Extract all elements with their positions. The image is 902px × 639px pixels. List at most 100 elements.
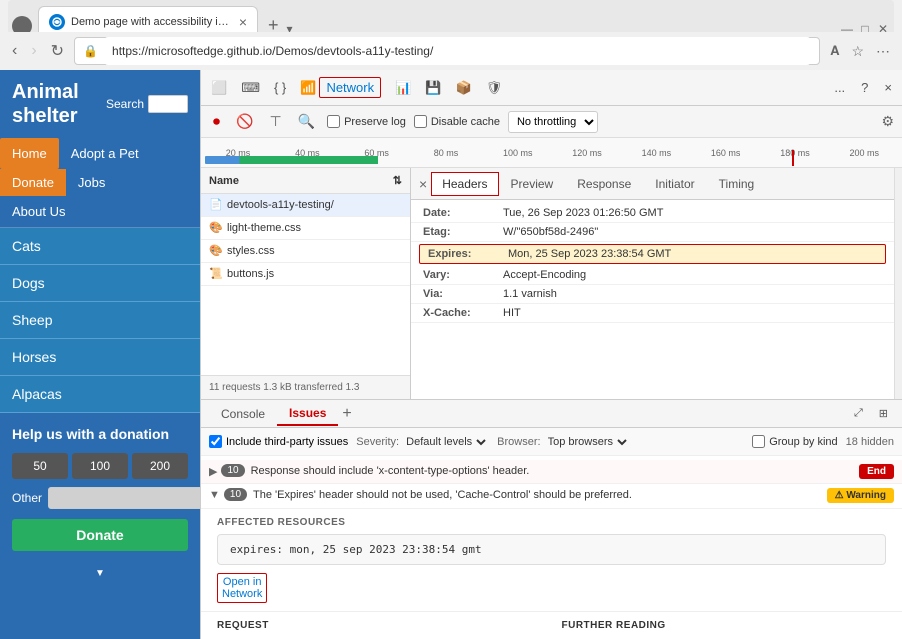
headers-tab[interactable]: Headers bbox=[431, 172, 498, 196]
response-tab[interactable]: Response bbox=[565, 171, 643, 197]
headers-panel: × Headers Preview Response Initiator Tim… bbox=[411, 168, 894, 399]
add-tab-button[interactable]: + bbox=[338, 405, 355, 423]
network-item-styles[interactable]: 🎨 styles.css bbox=[201, 240, 410, 263]
css-file-icon-2: 🎨 bbox=[209, 244, 223, 258]
issue-row-1: ▶ 10 Response should include 'x-content-… bbox=[201, 460, 902, 484]
donation-title: Help us with a donation bbox=[12, 425, 188, 443]
donation-200-button[interactable]: 200 bbox=[132, 453, 188, 479]
issues-toolbar: Include third-party issues Severity: Def… bbox=[201, 428, 902, 456]
dogs-list-item[interactable]: Dogs bbox=[0, 265, 200, 302]
header-expires-value: Mon, 25 Sep 2023 23:38:54 GMT bbox=[508, 248, 877, 260]
elements-tool-button[interactable]: ⬜ bbox=[205, 76, 233, 100]
forward-button[interactable]: › bbox=[27, 38, 40, 64]
preserve-log-text: Preserve log bbox=[344, 116, 406, 128]
headers-scrollbar[interactable] bbox=[894, 168, 902, 399]
initiator-tab[interactable]: Initiator bbox=[643, 171, 706, 197]
adopt-nav-button[interactable]: Adopt a Pet bbox=[59, 138, 151, 169]
title-bar: Demo page with accessibility iss... × + … bbox=[0, 0, 902, 32]
devtools-more-button[interactable]: ... bbox=[828, 76, 851, 99]
devtools-more: ... ? × bbox=[828, 76, 898, 99]
preserve-log-checkbox[interactable] bbox=[327, 115, 340, 128]
sources-tool-button[interactable]: { } bbox=[268, 76, 292, 99]
severity-select[interactable]: Default levels bbox=[402, 432, 489, 452]
browser-select[interactable]: Top browsers bbox=[544, 432, 630, 452]
issue-expander-1[interactable]: ▶ bbox=[209, 465, 217, 478]
sheep-list-item[interactable]: Sheep bbox=[0, 302, 200, 339]
preserve-log-label[interactable]: Preserve log bbox=[327, 115, 406, 128]
console-tool-button[interactable]: ⌨ bbox=[235, 76, 266, 100]
search-button[interactable]: 🔍 bbox=[294, 111, 319, 132]
network-item-name-4: buttons.js bbox=[227, 268, 402, 280]
cats-list-item[interactable]: Cats bbox=[0, 228, 200, 265]
request-section: REQUEST https://microsoftedge.github.io/… bbox=[217, 620, 542, 639]
donate-button[interactable]: Donate bbox=[12, 519, 188, 551]
issue-expander-2[interactable]: ▼ bbox=[209, 489, 220, 501]
refresh-button[interactable]: ↻ bbox=[47, 37, 68, 65]
browser-label: Browser: Top browsers bbox=[497, 432, 629, 452]
application-tool-button[interactable]: 📦 bbox=[450, 76, 478, 100]
devtools-help-button[interactable]: ? bbox=[855, 76, 874, 99]
network-item-devtools[interactable]: 📄 devtools-a11y-testing/ bbox=[201, 194, 410, 217]
header-etag-value: W/"650bf58d-2496" bbox=[503, 226, 882, 238]
security-tool-button[interactable]: 🛡 bbox=[480, 76, 509, 100]
content-area: Animal shelter Search Home Adopt a Pet D… bbox=[0, 70, 902, 639]
group-by-kind-checkbox[interactable] bbox=[752, 435, 765, 448]
js-file-icon: 📜 bbox=[209, 267, 223, 281]
donate-nav-button[interactable]: Donate bbox=[0, 169, 66, 196]
performance-tool-button[interactable]: 📊 bbox=[389, 76, 417, 100]
network-tool-button[interactable]: 📶 Network bbox=[294, 73, 387, 102]
donation-amounts: 50 100 200 bbox=[12, 453, 188, 479]
devtools-split: Name ⇅ 📄 devtools-a11y-testing/ 🎨 light-… bbox=[201, 168, 902, 399]
open-in-network-button[interactable]: Open inNetwork bbox=[222, 576, 262, 600]
address-input[interactable] bbox=[104, 37, 811, 65]
severity-label: Severity: Default levels bbox=[356, 432, 489, 452]
issues-tab-button[interactable]: Issues bbox=[277, 402, 338, 426]
donation-100-button[interactable]: 100 bbox=[72, 453, 128, 479]
lock-icon: 🔒 bbox=[83, 44, 98, 58]
tab-close-button[interactable]: × bbox=[239, 14, 247, 30]
throttle-select[interactable]: No throttling bbox=[508, 111, 598, 133]
devtools-settings-button[interactable]: ⚙ bbox=[881, 113, 894, 130]
alpacas-list-item[interactable]: Alpacas bbox=[0, 376, 200, 413]
home-nav-button[interactable]: Home bbox=[0, 138, 59, 169]
devtools-close-button[interactable]: × bbox=[878, 76, 898, 99]
network-sort-button[interactable]: ⇅ bbox=[393, 174, 402, 187]
filter-button[interactable]: ⊤ bbox=[265, 111, 285, 132]
console-tab-button[interactable]: Console bbox=[209, 403, 277, 425]
network-items: 📄 devtools-a11y-testing/ 🎨 light-theme.c… bbox=[201, 194, 410, 375]
network-item-buttons[interactable]: 📜 buttons.js bbox=[201, 263, 410, 286]
header-date-name: Date: bbox=[423, 207, 503, 219]
about-nav-item[interactable]: About Us bbox=[0, 196, 200, 228]
headers-panel-close-button[interactable]: × bbox=[415, 172, 431, 196]
memory-tool-button[interactable]: 💾 bbox=[419, 76, 447, 100]
donation-other-input[interactable] bbox=[48, 487, 200, 509]
include-third-party-checkbox[interactable] bbox=[209, 435, 222, 448]
record-button[interactable]: ⏺ bbox=[209, 111, 224, 132]
horses-list-item[interactable]: Horses bbox=[0, 339, 200, 376]
header-via-name: Via: bbox=[423, 288, 503, 300]
jobs-nav-button[interactable]: Jobs bbox=[66, 169, 117, 196]
issue-badge-2: ⚠ Warning bbox=[827, 488, 894, 503]
network-item-name: devtools-a11y-testing/ bbox=[227, 199, 402, 211]
timing-tab[interactable]: Timing bbox=[707, 171, 767, 197]
bottom-expand-button[interactable]: ⤢ bbox=[848, 403, 869, 424]
site-search-input[interactable] bbox=[148, 95, 188, 113]
back-button[interactable]: ‹ bbox=[8, 38, 21, 64]
bottom-dock-button[interactable]: ⊞ bbox=[873, 403, 894, 424]
include-third-party-label[interactable]: Include third-party issues bbox=[209, 435, 348, 448]
header-etag-name: Etag: bbox=[423, 226, 503, 238]
browser-more-button[interactable]: ⋯ bbox=[872, 39, 894, 64]
clear-button[interactable]: 🚫 bbox=[232, 111, 257, 132]
disable-cache-checkbox[interactable] bbox=[414, 115, 427, 128]
header-xcache-row: X-Cache: HIT bbox=[411, 304, 894, 323]
add-to-favorites-button[interactable]: ☆ bbox=[847, 39, 868, 64]
header-xcache-name: X-Cache: bbox=[423, 307, 503, 319]
disable-cache-label[interactable]: Disable cache bbox=[414, 115, 500, 128]
site-header: Animal shelter Search bbox=[0, 70, 200, 138]
network-item-light-theme[interactable]: 🎨 light-theme.css bbox=[201, 217, 410, 240]
sidebar-scroll-down[interactable]: ▼ bbox=[0, 563, 200, 583]
donation-50-button[interactable]: 50 bbox=[12, 453, 68, 479]
preview-tab[interactable]: Preview bbox=[499, 171, 566, 197]
request-section-title: REQUEST bbox=[217, 620, 542, 631]
read-aloud-button[interactable]: 𝐀 bbox=[826, 39, 843, 63]
